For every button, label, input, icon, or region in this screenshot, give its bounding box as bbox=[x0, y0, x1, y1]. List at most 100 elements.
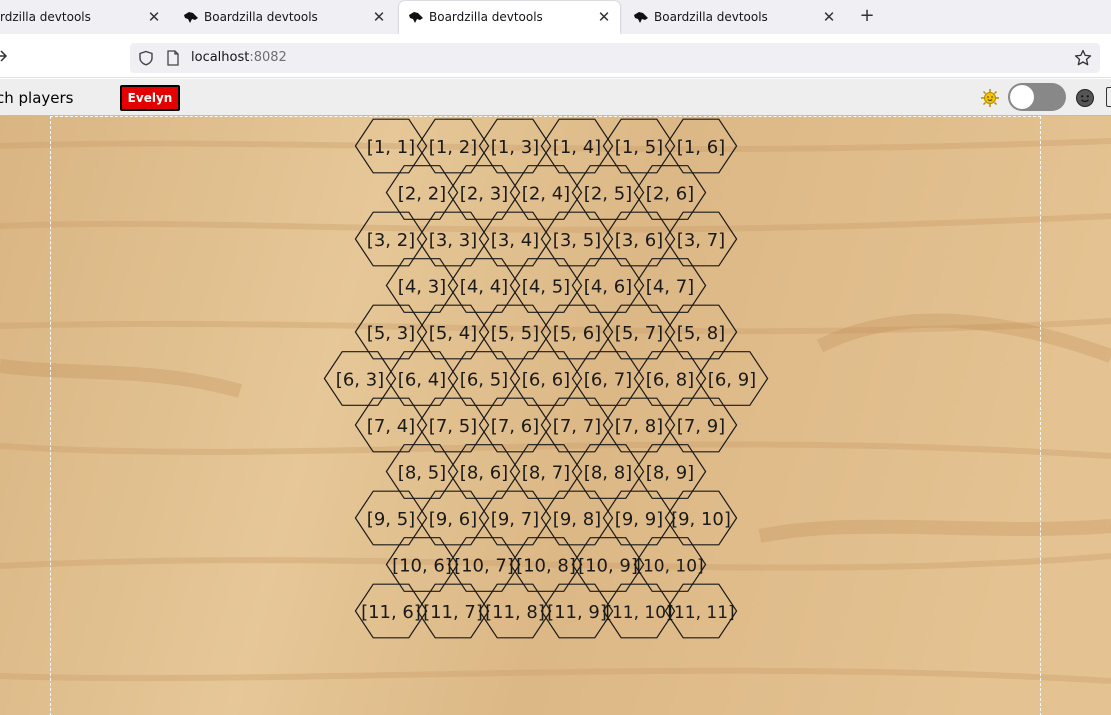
hex-space[interactable]: [6, 9] bbox=[695, 351, 769, 406]
hex-space[interactable]: [6, 6] bbox=[509, 351, 583, 406]
hex-space[interactable]: [11, 11] bbox=[664, 583, 738, 639]
browser-tab-1[interactable]: rdzilla devtools ✕ bbox=[0, 0, 172, 34]
hex-space[interactable]: [3, 4] bbox=[478, 211, 552, 267]
new-tab-button[interactable]: + bbox=[858, 6, 876, 26]
tab-title: rdzilla devtools bbox=[0, 10, 91, 24]
dark-mode-toggle[interactable] bbox=[1008, 83, 1066, 111]
hex-space[interactable]: [3, 7] bbox=[664, 211, 738, 267]
switch-players-label[interactable]: ch players bbox=[0, 89, 74, 107]
forward-arrow-icon[interactable] bbox=[0, 49, 8, 63]
hex-space[interactable]: [1, 3] bbox=[478, 118, 552, 174]
url-host: localhost bbox=[191, 50, 250, 65]
sidebar-toggle-icon[interactable] bbox=[1106, 87, 1111, 107]
hex-space[interactable]: [1, 4] bbox=[540, 118, 614, 174]
hex-space[interactable]: [5, 7] bbox=[602, 304, 676, 360]
url-text[interactable]: localhost:8082 bbox=[191, 50, 287, 65]
hex-space[interactable]: [5, 3] bbox=[354, 304, 428, 360]
hex-space[interactable]: [6, 7] bbox=[571, 351, 645, 406]
game-board-area: [1, 1] [1, 2] [1, 3] [1, 4] [1, 5] [1, 6] [2, … bbox=[0, 116, 1111, 715]
face-icon[interactable] bbox=[1075, 88, 1095, 108]
hex-space[interactable]: [11, 8] bbox=[478, 583, 552, 639]
url-port: :8082 bbox=[249, 50, 287, 65]
current-player-button[interactable]: Evelyn bbox=[120, 85, 180, 111]
hex-space[interactable]: [1, 1] bbox=[354, 118, 428, 174]
hex-space[interactable]: [4, 7] bbox=[633, 258, 707, 313]
hex-label: [7, 9] bbox=[677, 416, 725, 437]
hex-space[interactable]: [10, 6] bbox=[385, 537, 459, 592]
page-icon[interactable] bbox=[166, 50, 180, 66]
hex-space[interactable]: [6, 5] bbox=[447, 351, 521, 406]
hex-space[interactable]: [11, 6] bbox=[354, 583, 428, 639]
hex-label: [6, 7] bbox=[584, 370, 632, 391]
tab-title: Boardzilla devtools bbox=[654, 10, 768, 24]
hex-space[interactable]: [7, 9] bbox=[664, 397, 738, 453]
hex-space[interactable]: [5, 5] bbox=[478, 304, 552, 360]
hex-space[interactable]: [4, 5] bbox=[509, 258, 583, 313]
browser-tab-4[interactable]: Boardzilla devtools ✕ bbox=[624, 0, 846, 34]
hex-space[interactable]: [8, 9] bbox=[633, 444, 707, 499]
hex-label: [5, 6] bbox=[553, 323, 601, 344]
hex-label: [11, 8] bbox=[485, 602, 545, 623]
tab-close-icon[interactable]: ✕ bbox=[821, 8, 837, 26]
hex-space[interactable]: [4, 6] bbox=[571, 258, 645, 313]
url-bar[interactable]: localhost:8082 bbox=[130, 43, 1100, 73]
hex-space[interactable]: [11, 7] bbox=[416, 583, 490, 639]
hex-space[interactable]: [2, 6] bbox=[633, 165, 707, 220]
hex-space[interactable]: [6, 4] bbox=[385, 351, 459, 406]
hex-label: [2, 6] bbox=[646, 184, 694, 205]
hex-space[interactable]: [5, 6] bbox=[540, 304, 614, 360]
hex-space[interactable]: [9, 10] bbox=[664, 490, 738, 546]
tab-close-icon[interactable]: ✕ bbox=[596, 8, 612, 26]
hex-space[interactable]: [3, 6] bbox=[602, 211, 676, 267]
hex-space[interactable]: [10, 9] bbox=[571, 537, 645, 592]
hex-space[interactable]: [1, 6] bbox=[664, 118, 738, 174]
hex-label: [2, 3] bbox=[460, 184, 508, 205]
hex-space[interactable]: [6, 8] bbox=[633, 351, 707, 406]
browser-tab-3-active[interactable]: Boardzilla devtools ✕ bbox=[399, 1, 620, 34]
hex-space[interactable]: [3, 5] bbox=[540, 211, 614, 267]
hex-space[interactable]: [10, 8] bbox=[509, 537, 583, 592]
boardzilla-favicon-icon bbox=[634, 12, 648, 23]
hex-space[interactable]: [9, 9] bbox=[602, 490, 676, 546]
hex-space[interactable]: [6, 3] bbox=[323, 351, 397, 406]
shield-icon[interactable] bbox=[138, 50, 154, 66]
hex-space[interactable]: [9, 7] bbox=[478, 490, 552, 546]
hex-space[interactable]: [10, 10] bbox=[633, 537, 707, 592]
hex-space[interactable]: [3, 3] bbox=[416, 211, 490, 267]
tab-close-icon[interactable]: ✕ bbox=[146, 8, 162, 26]
hex-space[interactable]: [10, 7] bbox=[447, 537, 521, 592]
hex-space[interactable]: [9, 5] bbox=[354, 490, 428, 546]
tab-close-icon[interactable]: ✕ bbox=[371, 8, 387, 26]
bookmark-star-icon[interactable] bbox=[1074, 49, 1092, 67]
browser-tab-2[interactable]: Boardzilla devtools ✕ bbox=[175, 0, 395, 34]
hex-space[interactable]: [1, 2] bbox=[416, 118, 490, 174]
hex-space[interactable]: [4, 4] bbox=[447, 258, 521, 313]
hex-space[interactable]: [7, 4] bbox=[354, 397, 428, 453]
hex-space[interactable]: [8, 7] bbox=[509, 444, 583, 499]
hex-space[interactable]: [8, 8] bbox=[571, 444, 645, 499]
hex-space[interactable]: [11, 9] bbox=[540, 583, 614, 639]
hex-space[interactable]: [7, 8] bbox=[602, 397, 676, 453]
hex-space[interactable]: [2, 5] bbox=[571, 165, 645, 220]
hex-space[interactable]: [9, 8] bbox=[540, 490, 614, 546]
hex-space[interactable]: [5, 4] bbox=[416, 304, 490, 360]
hex-space[interactable]: [11, 10] bbox=[602, 583, 676, 639]
hex-space[interactable]: [1, 5] bbox=[602, 118, 676, 174]
hex-space[interactable]: [2, 4] bbox=[509, 165, 583, 220]
hex-space[interactable]: [8, 5] bbox=[385, 444, 459, 499]
hex-space[interactable]: [4, 3] bbox=[385, 258, 459, 313]
hex-space[interactable]: [5, 8] bbox=[664, 304, 738, 360]
hex-space[interactable]: [8, 6] bbox=[447, 444, 521, 499]
hex-space[interactable]: [7, 7] bbox=[540, 397, 614, 453]
hex-label: [1, 2] bbox=[429, 137, 477, 158]
hex-space[interactable]: [7, 5] bbox=[416, 397, 490, 453]
hex-space[interactable]: [7, 6] bbox=[478, 397, 552, 453]
sun-icon[interactable] bbox=[980, 88, 1000, 108]
hex-label: [9, 9] bbox=[615, 509, 663, 530]
app-header-bar: ch players Evelyn bbox=[0, 79, 1111, 116]
hex-space[interactable]: [2, 3] bbox=[447, 165, 521, 220]
browser-navigation-bar: localhost:8082 bbox=[0, 34, 1111, 78]
hex-space[interactable]: [2, 2] bbox=[385, 165, 459, 220]
hex-space[interactable]: [3, 2] bbox=[354, 211, 428, 267]
hex-space[interactable]: [9, 6] bbox=[416, 490, 490, 546]
